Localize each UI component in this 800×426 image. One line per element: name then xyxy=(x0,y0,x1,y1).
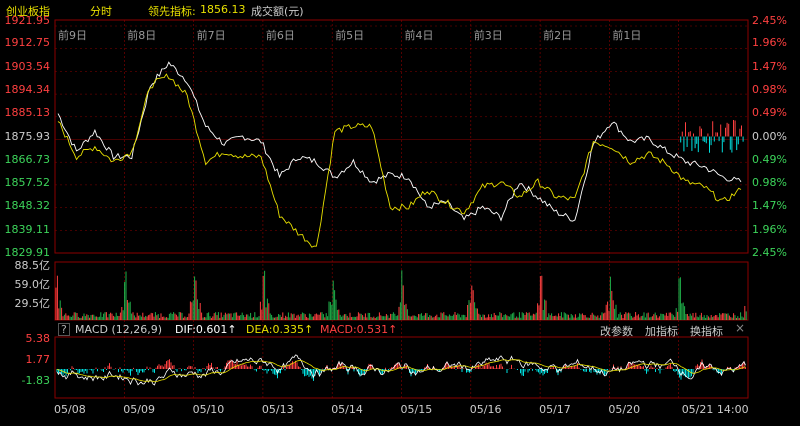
date-label: 05/21 14:00 xyxy=(681,403,749,416)
close-icon[interactable]: × xyxy=(735,321,745,335)
macd-axis-label: 5.38 xyxy=(25,332,51,345)
day-label: 前8日 xyxy=(127,29,157,42)
date-label: 05/09 xyxy=(123,403,155,416)
price-axis-label: 1866.73 xyxy=(4,152,51,166)
percent-axis-label: 1.47% xyxy=(752,59,787,73)
percent-axis-label: 1.96% xyxy=(752,222,787,236)
volume-axis-label: 59.0亿 xyxy=(14,278,51,291)
volume-axis-label: 29.5亿 xyxy=(14,297,51,310)
date-label: 05/08 xyxy=(54,403,86,416)
percent-axis-label: 0.98% xyxy=(752,176,787,190)
percent-axis-label: 2.45% xyxy=(752,14,787,27)
percent-axis-label: 0.00% xyxy=(752,129,787,143)
day-label: 前9日 xyxy=(58,29,87,42)
dif-value: DIF:0.601↑ xyxy=(175,323,237,336)
change-params-button[interactable]: 改参数 xyxy=(600,323,633,339)
price-line-0 xyxy=(57,61,742,222)
date-label: 05/15 xyxy=(400,403,433,416)
price-axis-label: 1848.32 xyxy=(4,199,51,213)
dea-value: DEA:0.335↑ xyxy=(246,323,314,336)
macd-axis-label: 1.77 xyxy=(25,353,51,366)
percent-axis-label: 0.49% xyxy=(752,106,787,120)
day-label: 前6日 xyxy=(265,29,295,42)
percent-axis-label: 0.49% xyxy=(752,152,787,166)
macd-axis-label: -1.83 xyxy=(21,374,50,387)
percent-axis-label: 2.45% xyxy=(752,246,787,259)
price-axis-label: 1857.52 xyxy=(4,176,51,190)
date-label: 05/16 xyxy=(469,403,502,416)
percent-axis-label: 1.96% xyxy=(752,36,787,50)
macd-toolbar: ? MACD (12,26,9) DIF:0.601↑ DEA:0.335↑ M… xyxy=(55,321,748,339)
macd-title[interactable]: MACD (12,26,9) xyxy=(75,323,162,336)
price-axis-label: 1921.95 xyxy=(4,14,51,27)
percent-axis-label: 0.98% xyxy=(752,82,787,96)
date-label: 05/20 xyxy=(608,403,641,416)
dea-line xyxy=(56,359,746,383)
intraday-chart[interactable] xyxy=(0,0,800,426)
bottom-tab-strip xyxy=(0,419,800,426)
volume-axis-label: 88.5亿 xyxy=(14,259,51,272)
day-label: 前4日 xyxy=(404,29,434,42)
help-button[interactable]: ? xyxy=(58,323,70,336)
day-label: 前3日 xyxy=(473,29,503,42)
price-axis-label: 1912.75 xyxy=(4,36,51,50)
day-label: 前5日 xyxy=(335,29,365,42)
switch-indicator-button[interactable]: 换指标 xyxy=(690,323,723,339)
percent-axis-label: 1.47% xyxy=(752,199,787,213)
price-axis-label: 1885.13 xyxy=(4,106,51,120)
price-axis-label: 1894.34 xyxy=(4,82,51,96)
price-axis-label: 1839.11 xyxy=(4,222,51,236)
date-label: 05/17 xyxy=(539,403,571,416)
date-label: 05/13 xyxy=(261,403,294,416)
date-label: 05/14 xyxy=(331,403,363,416)
day-label: 前2日 xyxy=(543,29,573,42)
price-axis-label: 1829.91 xyxy=(4,246,51,259)
day-label: 前1日 xyxy=(612,29,642,42)
date-label: 05/10 xyxy=(192,403,225,416)
price-line-1 xyxy=(57,73,742,248)
price-axis-label: 1903.54 xyxy=(4,59,51,73)
price-axis-label: 1875.93 xyxy=(4,129,51,143)
macd-value: MACD:0.531↑ xyxy=(320,323,398,336)
add-indicator-button[interactable]: 加指标 xyxy=(645,323,678,339)
day-label: 前7日 xyxy=(196,29,226,42)
